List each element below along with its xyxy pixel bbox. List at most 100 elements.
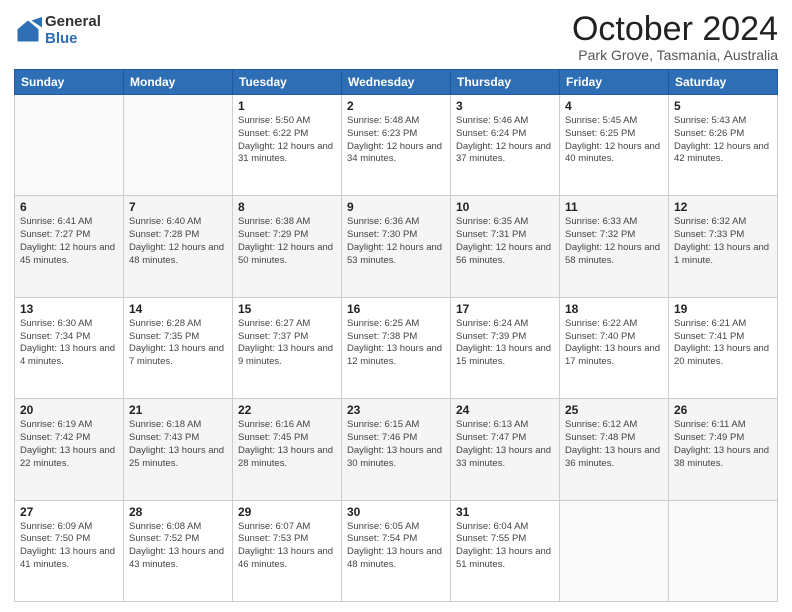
day-number: 3 <box>456 99 554 113</box>
day-number: 23 <box>347 403 445 417</box>
header: General Blue October 2024 Park Grove, Ta… <box>14 10 778 63</box>
day-number: 18 <box>565 302 663 316</box>
day-number: 20 <box>20 403 118 417</box>
calendar-cell <box>15 95 124 196</box>
day-info: Sunrise: 6:25 AM Sunset: 7:38 PM Dayligh… <box>347 318 445 369</box>
day-number: 13 <box>20 302 118 316</box>
day-info: Sunrise: 5:48 AM Sunset: 6:23 PM Dayligh… <box>347 115 445 166</box>
logo-general: General <box>45 14 101 31</box>
calendar-cell: 28 Sunrise: 6:08 AM Sunset: 7:52 PM Dayli… <box>124 500 233 601</box>
calendar-cell <box>669 500 778 601</box>
day-number: 16 <box>347 302 445 316</box>
day-info: Sunrise: 6:36 AM Sunset: 7:30 PM Dayligh… <box>347 216 445 267</box>
calendar-cell <box>124 95 233 196</box>
calendar-cell: 23 Sunrise: 6:15 AM Sunset: 7:46 PM Dayli… <box>342 399 451 500</box>
weekday-header-wednesday: Wednesday <box>342 70 451 95</box>
day-info: Sunrise: 6:40 AM Sunset: 7:28 PM Dayligh… <box>129 216 227 267</box>
day-info: Sunrise: 6:35 AM Sunset: 7:31 PM Dayligh… <box>456 216 554 267</box>
day-number: 4 <box>565 99 663 113</box>
day-info: Sunrise: 6:32 AM Sunset: 7:33 PM Dayligh… <box>674 216 772 267</box>
day-number: 15 <box>238 302 336 316</box>
day-info: Sunrise: 6:24 AM Sunset: 7:39 PM Dayligh… <box>456 318 554 369</box>
day-info: Sunrise: 6:30 AM Sunset: 7:34 PM Dayligh… <box>20 318 118 369</box>
calendar-cell: 30 Sunrise: 6:05 AM Sunset: 7:54 PM Dayli… <box>342 500 451 601</box>
calendar-cell: 20 Sunrise: 6:19 AM Sunset: 7:42 PM Dayli… <box>15 399 124 500</box>
calendar-cell: 9 Sunrise: 6:36 AM Sunset: 7:30 PM Daylig… <box>342 196 451 297</box>
day-info: Sunrise: 6:41 AM Sunset: 7:27 PM Dayligh… <box>20 216 118 267</box>
calendar-week-row: 27 Sunrise: 6:09 AM Sunset: 7:50 PM Dayli… <box>15 500 778 601</box>
calendar-cell: 6Sunrise: 6:41 AM Sunset: 7:27 PM Daylig… <box>15 196 124 297</box>
page: General Blue October 2024 Park Grove, Ta… <box>0 0 792 612</box>
calendar-cell <box>560 500 669 601</box>
day-number: 17 <box>456 302 554 316</box>
calendar-cell: 24Sunrise: 6:13 AM Sunset: 7:47 PM Dayli… <box>451 399 560 500</box>
calendar-cell: 21 Sunrise: 6:18 AM Sunset: 7:43 PM Dayli… <box>124 399 233 500</box>
weekday-header-sunday: Sunday <box>15 70 124 95</box>
calendar-cell: 19 Sunrise: 6:21 AM Sunset: 7:41 PM Dayli… <box>669 297 778 398</box>
day-number: 25 <box>565 403 663 417</box>
calendar-cell: 2 Sunrise: 5:48 AM Sunset: 6:23 PM Daylig… <box>342 95 451 196</box>
day-number: 5 <box>674 99 772 113</box>
day-info: Sunrise: 6:38 AM Sunset: 7:29 PM Dayligh… <box>238 216 336 267</box>
weekday-header-friday: Friday <box>560 70 669 95</box>
day-info: Sunrise: 6:15 AM Sunset: 7:46 PM Dayligh… <box>347 419 445 470</box>
day-number: 8 <box>238 200 336 214</box>
calendar-cell: 10Sunrise: 6:35 AM Sunset: 7:31 PM Dayli… <box>451 196 560 297</box>
weekday-header-tuesday: Tuesday <box>233 70 342 95</box>
day-info: Sunrise: 6:27 AM Sunset: 7:37 PM Dayligh… <box>238 318 336 369</box>
calendar-cell: 18 Sunrise: 6:22 AM Sunset: 7:40 PM Dayli… <box>560 297 669 398</box>
day-info: Sunrise: 6:22 AM Sunset: 7:40 PM Dayligh… <box>565 318 663 369</box>
calendar-cell: 26Sunrise: 6:11 AM Sunset: 7:49 PM Dayli… <box>669 399 778 500</box>
day-info: Sunrise: 5:46 AM Sunset: 6:24 PM Dayligh… <box>456 115 554 166</box>
day-number: 30 <box>347 505 445 519</box>
calendar-week-row: 6Sunrise: 6:41 AM Sunset: 7:27 PM Daylig… <box>15 196 778 297</box>
day-info: Sunrise: 6:13 AM Sunset: 7:47 PM Dayligh… <box>456 419 554 470</box>
day-info: Sunrise: 6:33 AM Sunset: 7:32 PM Dayligh… <box>565 216 663 267</box>
calendar-cell: 16 Sunrise: 6:25 AM Sunset: 7:38 PM Dayli… <box>342 297 451 398</box>
day-info: Sunrise: 6:16 AM Sunset: 7:45 PM Dayligh… <box>238 419 336 470</box>
logo-text: General Blue <box>45 14 101 47</box>
calendar-cell: 14 Sunrise: 6:28 AM Sunset: 7:35 PM Dayli… <box>124 297 233 398</box>
day-info: Sunrise: 6:28 AM Sunset: 7:35 PM Dayligh… <box>129 318 227 369</box>
day-number: 19 <box>674 302 772 316</box>
calendar-cell: 29Sunrise: 6:07 AM Sunset: 7:53 PM Dayli… <box>233 500 342 601</box>
weekday-header-saturday: Saturday <box>669 70 778 95</box>
day-number: 1 <box>238 99 336 113</box>
day-number: 22 <box>238 403 336 417</box>
day-info: Sunrise: 5:50 AM Sunset: 6:22 PM Dayligh… <box>238 115 336 166</box>
calendar-cell: 1 Sunrise: 5:50 AM Sunset: 6:22 PM Daylig… <box>233 95 342 196</box>
day-info: Sunrise: 6:05 AM Sunset: 7:54 PM Dayligh… <box>347 521 445 572</box>
weekday-header-row: SundayMondayTuesdayWednesdayThursdayFrid… <box>15 70 778 95</box>
calendar-cell: 17 Sunrise: 6:24 AM Sunset: 7:39 PM Dayli… <box>451 297 560 398</box>
calendar-week-row: 13 Sunrise: 6:30 AM Sunset: 7:34 PM Dayli… <box>15 297 778 398</box>
day-number: 14 <box>129 302 227 316</box>
day-info: Sunrise: 6:11 AM Sunset: 7:49 PM Dayligh… <box>674 419 772 470</box>
day-info: Sunrise: 6:09 AM Sunset: 7:50 PM Dayligh… <box>20 521 118 572</box>
logo: General Blue <box>14 14 101 47</box>
day-number: 2 <box>347 99 445 113</box>
day-number: 28 <box>129 505 227 519</box>
day-number: 21 <box>129 403 227 417</box>
month-title: October 2024 <box>572 10 778 49</box>
day-info: Sunrise: 6:07 AM Sunset: 7:53 PM Dayligh… <box>238 521 336 572</box>
calendar-cell: 31Sunrise: 6:04 AM Sunset: 7:55 PM Dayli… <box>451 500 560 601</box>
day-info: Sunrise: 6:18 AM Sunset: 7:43 PM Dayligh… <box>129 419 227 470</box>
day-number: 12 <box>674 200 772 214</box>
logo-icon <box>14 17 42 45</box>
title-area: October 2024 Park Grove, Tasmania, Austr… <box>572 10 778 63</box>
weekday-header-monday: Monday <box>124 70 233 95</box>
calendar-cell: 11Sunrise: 6:33 AM Sunset: 7:32 PM Dayli… <box>560 196 669 297</box>
calendar-week-row: 20 Sunrise: 6:19 AM Sunset: 7:42 PM Dayli… <box>15 399 778 500</box>
calendar-cell: 13 Sunrise: 6:30 AM Sunset: 7:34 PM Dayli… <box>15 297 124 398</box>
calendar-table: SundayMondayTuesdayWednesdayThursdayFrid… <box>14 69 778 602</box>
calendar-cell: 27 Sunrise: 6:09 AM Sunset: 7:50 PM Dayli… <box>15 500 124 601</box>
calendar-cell: 15 Sunrise: 6:27 AM Sunset: 7:37 PM Dayli… <box>233 297 342 398</box>
day-info: Sunrise: 6:19 AM Sunset: 7:42 PM Dayligh… <box>20 419 118 470</box>
day-info: Sunrise: 5:45 AM Sunset: 6:25 PM Dayligh… <box>565 115 663 166</box>
day-info: Sunrise: 6:21 AM Sunset: 7:41 PM Dayligh… <box>674 318 772 369</box>
day-info: Sunrise: 6:08 AM Sunset: 7:52 PM Dayligh… <box>129 521 227 572</box>
logo-blue: Blue <box>45 31 101 48</box>
day-number: 9 <box>347 200 445 214</box>
calendar-cell: 12 Sunrise: 6:32 AM Sunset: 7:33 PM Dayli… <box>669 196 778 297</box>
day-number: 27 <box>20 505 118 519</box>
